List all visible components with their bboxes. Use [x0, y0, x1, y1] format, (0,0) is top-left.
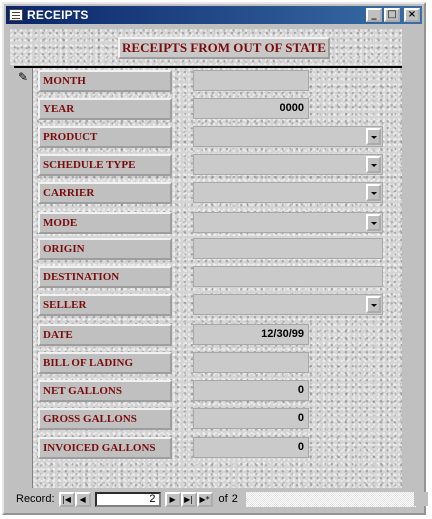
month-label: MONTH [38, 70, 172, 92]
carrier-dropdown-button[interactable] [366, 184, 381, 201]
mode-combo[interactable] [193, 212, 383, 233]
previous-record-button[interactable]: ◀ [74, 491, 91, 507]
product-label: PRODUCT [38, 126, 172, 148]
schedule-type-dropdown-button[interactable] [366, 156, 381, 173]
gross-gallons-field[interactable]: 0 [193, 408, 309, 429]
record-number-input[interactable]: 2 [94, 491, 161, 507]
minimize-button[interactable]: _ [366, 8, 382, 22]
record-label: Record: [16, 493, 55, 505]
record-selector[interactable]: ✎ [14, 68, 33, 488]
destination-label: DESTINATION [38, 266, 172, 288]
maximize-button[interactable]: □ [384, 8, 400, 22]
seller-label: SELLER [38, 294, 172, 316]
form-header-title: RECEIPTS FROM OUT OF STATE [118, 37, 330, 59]
horizontal-scrollbar[interactable] [245, 491, 416, 507]
schedule-type-label: SCHEDULE TYPE [38, 154, 172, 176]
form-icon [9, 9, 23, 21]
carrier-label: CARRIER [38, 182, 172, 204]
new-record-button[interactable]: ▶* [196, 491, 213, 507]
net-gallons-label: NET GALLONS [38, 380, 172, 402]
month-field[interactable] [193, 70, 309, 91]
mode-dropdown-button[interactable] [366, 214, 381, 231]
origin-label: ORIGIN [38, 238, 172, 260]
first-record-button[interactable]: |◀ [58, 491, 75, 507]
year-label: YEAR [38, 98, 172, 120]
mode-label: MODE [38, 212, 172, 234]
date-field[interactable]: 12/30/99 [193, 324, 309, 345]
net-gallons-field[interactable]: 0 [193, 380, 309, 401]
next-record-button[interactable]: ▶ [164, 491, 181, 507]
seller-dropdown-button[interactable] [366, 296, 381, 313]
destination-field[interactable] [193, 266, 383, 287]
bill-of-lading-label: BILL OF LADING [38, 352, 172, 374]
product-dropdown-button[interactable] [366, 128, 381, 145]
year-field[interactable]: 0000 [193, 98, 309, 119]
pencil-icon: ✎ [18, 70, 29, 84]
invoiced-gallons-field[interactable]: 0 [193, 437, 309, 458]
gross-gallons-label: GROSS GALLONS [38, 408, 172, 430]
last-record-button[interactable]: ▶| [180, 491, 197, 507]
of-label: of [218, 493, 228, 505]
schedule-type-combo[interactable] [193, 154, 383, 175]
bill-of-lading-field[interactable] [193, 352, 309, 373]
seller-combo[interactable] [193, 294, 383, 315]
close-button[interactable]: × [404, 8, 420, 22]
window-title: RECEIPTS [27, 8, 89, 22]
size-grip[interactable] [414, 492, 428, 506]
origin-field[interactable] [193, 238, 383, 259]
date-label: DATE [38, 324, 172, 346]
invoiced-gallons-label: INVOICED GALLONS [38, 437, 172, 459]
carrier-combo[interactable] [193, 182, 383, 203]
record-total: 2 [231, 493, 238, 505]
title-bar[interactable]: RECEIPTS _ □ × [6, 6, 422, 24]
record-navigation-bar: Record: |◀ ◀ 2 ▶ ▶| ▶* of 2 [6, 490, 416, 508]
product-combo[interactable] [193, 126, 383, 147]
